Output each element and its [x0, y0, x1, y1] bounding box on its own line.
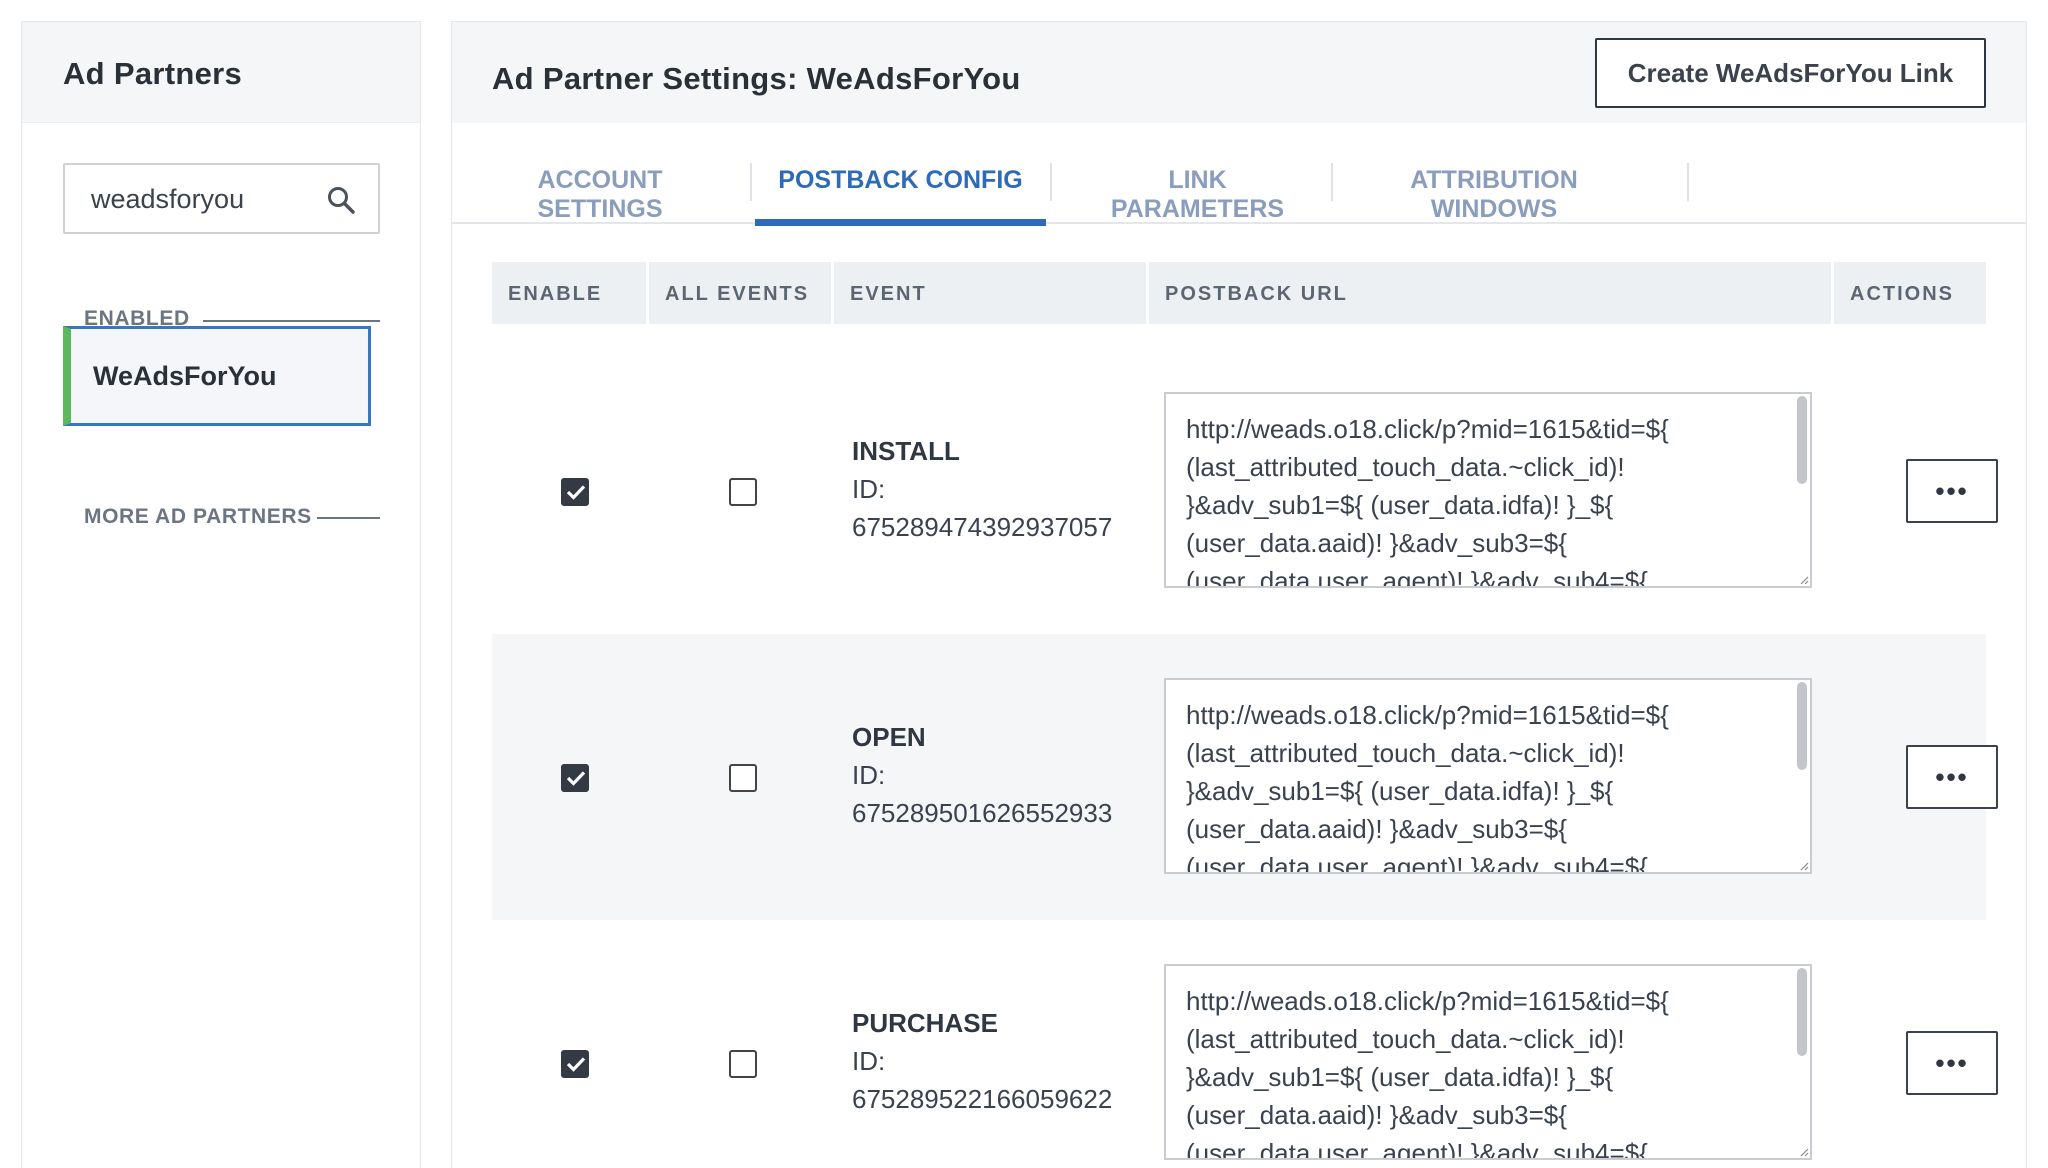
event-name: INSTALL	[852, 436, 960, 466]
table-row: PURCHASE ID: 675289522166059622 http://w…	[492, 920, 1998, 1168]
textarea-scrollbar[interactable]	[1797, 968, 1807, 1056]
tab-divider	[1331, 163, 1333, 201]
search-box[interactable]	[63, 163, 380, 234]
tab-account-settings[interactable]: ACCOUNT SETTINGS	[481, 123, 719, 224]
event-id: 675289522166059622	[852, 1084, 1113, 1114]
event-id-label: ID:	[852, 474, 886, 504]
enable-checkbox[interactable]	[561, 764, 589, 792]
resize-grip-icon[interactable]	[1798, 574, 1810, 586]
column-header-actions: ACTIONS	[1834, 262, 1986, 324]
textarea-scrollbar[interactable]	[1797, 396, 1807, 484]
event-name: PURCHASE	[852, 1008, 998, 1038]
postback-url-field[interactable]: http://weads.o18.click/p?mid=1615&tid=${…	[1164, 392, 1812, 588]
postback-url-field[interactable]: http://weads.o18.click/p?mid=1615&tid=${…	[1164, 964, 1812, 1160]
search-icon[interactable]	[326, 185, 356, 215]
resize-grip-icon[interactable]	[1798, 860, 1810, 872]
row-actions-button[interactable]: •••	[1906, 745, 1998, 809]
page-title: Ad Partner Settings: WeAdsForYou	[492, 61, 1021, 96]
more-partners-section-label: MORE AD PARTNERS	[84, 505, 312, 528]
partner-item-weadsforyou[interactable]: WeAdsForYou	[63, 326, 371, 426]
event-name: OPEN	[852, 722, 926, 752]
row-actions-button[interactable]: •••	[1906, 459, 1998, 523]
panel-header: Ad Partner Settings: WeAdsForYou Create …	[452, 22, 2026, 123]
ad-partner-settings-panel: Ad Partner Settings: WeAdsForYou Create …	[451, 21, 2027, 1168]
create-link-button[interactable]: Create WeAdsForYou Link	[1595, 38, 1986, 108]
event-id: 675289501626552933	[852, 798, 1113, 828]
table-row: INSTALL ID: 675289474392937057 http://we…	[492, 348, 1998, 634]
ad-partners-sidebar: Ad Partners ENABLED WeAdsForYou MORE AD …	[21, 21, 421, 1168]
all-events-checkbox[interactable]	[729, 1050, 757, 1078]
all-events-checkbox[interactable]	[729, 764, 757, 792]
settings-tabs: ACCOUNT SETTINGS POSTBACK CONFIG LINK PA…	[452, 123, 2026, 226]
tab-postback-config[interactable]: POSTBACK CONFIG	[755, 123, 1046, 226]
tab-attribution-windows[interactable]: ATTRIBUTION WINDOWS	[1349, 123, 1639, 224]
tab-divider	[1050, 163, 1052, 201]
sidebar-title: Ad Partners	[22, 22, 420, 123]
row-actions-button[interactable]: •••	[1906, 1031, 1998, 1095]
column-header-event: EVENT	[834, 262, 1146, 324]
search-input[interactable]	[91, 179, 321, 219]
enable-checkbox[interactable]	[561, 1050, 589, 1078]
column-header-enable: ENABLE	[492, 262, 646, 324]
event-id-label: ID:	[852, 760, 886, 790]
postback-table-header: ENABLE ALL EVENTS EVENT POSTBACK URL ACT…	[492, 262, 1986, 324]
tab-divider	[750, 163, 752, 201]
divider	[203, 320, 380, 322]
postback-url-field[interactable]: http://weads.o18.click/p?mid=1615&tid=${…	[1164, 678, 1812, 874]
table-row: OPEN ID: 675289501626552933 http://weads…	[492, 634, 1998, 920]
tab-divider	[1687, 163, 1689, 201]
column-header-postback-url: POSTBACK URL	[1149, 262, 1831, 324]
tab-link-parameters[interactable]: LINK PARAMETERS	[1081, 123, 1314, 224]
column-header-all-events: ALL EVENTS	[649, 262, 831, 324]
enable-checkbox[interactable]	[561, 478, 589, 506]
all-events-checkbox[interactable]	[729, 478, 757, 506]
textarea-scrollbar[interactable]	[1797, 682, 1807, 770]
resize-grip-icon[interactable]	[1798, 1146, 1810, 1158]
event-id-label: ID:	[852, 1046, 886, 1076]
event-id: 675289474392937057	[852, 512, 1113, 542]
divider	[317, 517, 380, 519]
